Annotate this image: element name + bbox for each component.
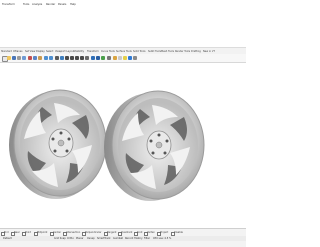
viewport-canvas[interactable]	[0, 63, 246, 228]
tab-new-in-v7[interactable]: New in V7	[203, 50, 215, 53]
import-icon[interactable]	[22, 55, 26, 60]
menu-item-render[interactable]: Render	[46, 3, 55, 6]
status-gumball[interactable]: Gumball	[113, 237, 123, 240]
osnap-end: End	[4, 231, 9, 234]
menu-item-panels[interactable]: Panels	[58, 3, 66, 6]
tab-curve-tools[interactable]: Curve Tools	[101, 50, 115, 53]
copy-icon[interactable]	[33, 55, 37, 60]
tab-subd-tools[interactable]: SubD Tools	[148, 50, 161, 53]
osnap-midpoint: Midpoint	[37, 231, 48, 234]
menu-bar: Transform Tools Analyze Render Panels He…	[0, 0, 246, 14]
status-smarttrack[interactable]: SmartTrack	[97, 237, 111, 240]
osnap-near: Near	[14, 231, 20, 234]
lights-icon[interactable]	[123, 55, 127, 60]
tab-display[interactable]: Display	[36, 50, 45, 53]
tab-viewport-layout[interactable]: Viewport Layout	[55, 50, 74, 53]
pan-icon[interactable]	[55, 55, 59, 60]
command-area[interactable]	[0, 13, 246, 47]
tab-solid-tools[interactable]: Solid Tools	[133, 50, 145, 53]
status-ortho[interactable]: Ortho	[67, 237, 74, 240]
layer-icon[interactable]	[113, 55, 117, 60]
tab-transform[interactable]: Transform	[87, 50, 99, 53]
status-planar[interactable]: Planar	[76, 237, 84, 240]
osnap-project: Project	[160, 231, 169, 234]
status-filter[interactable]: Filter	[144, 237, 150, 240]
osnap-knot: Knot	[137, 231, 143, 234]
redo-icon[interactable]	[49, 55, 53, 60]
osnap-intersection: Intersection	[66, 231, 81, 234]
undo-view-icon[interactable]	[85, 55, 89, 60]
osnap-point: Point	[25, 231, 31, 234]
wheel-model-left[interactable]	[9, 89, 107, 199]
tab-cplanes[interactable]: CPlanes	[13, 50, 22, 53]
osnap-vertex: Vertex	[147, 231, 155, 234]
status-bar: End Near Point Midpoint Center Intersect…	[0, 228, 246, 247]
rendered-icon[interactable]	[101, 55, 105, 60]
menu-item-help[interactable]: Help	[70, 3, 76, 6]
wheel-model-right[interactable]	[104, 90, 205, 201]
osnap-tangent: Tangent	[107, 231, 117, 234]
undo-icon[interactable]	[44, 55, 48, 60]
open-icon[interactable]	[7, 55, 11, 60]
osnap-perpendicular: Perpendicular	[85, 231, 102, 234]
toolbar	[0, 54, 246, 63]
rotate-view-icon[interactable]	[60, 55, 64, 60]
render-icon[interactable]	[128, 55, 132, 60]
tab-mesh-tools[interactable]: Mesh Tools	[161, 50, 174, 53]
save-icon[interactable]	[12, 55, 16, 60]
osnap-disable: Disable	[174, 231, 183, 234]
zoom-extents-icon[interactable]	[75, 55, 79, 60]
paste-icon[interactable]	[38, 55, 42, 60]
osnap-quadrant: Quadrant	[121, 231, 133, 234]
menu-item-transform[interactable]: Transform	[2, 3, 15, 6]
perspective-viewport[interactable]	[0, 63, 246, 228]
tab-surface-tools[interactable]: Surface Tools	[116, 50, 132, 53]
tab-render-tools[interactable]: Render Tools	[175, 50, 190, 53]
select-icon[interactable]	[107, 55, 111, 60]
zoom-window-icon[interactable]	[70, 55, 74, 60]
status-layer[interactable]: Default	[3, 237, 12, 240]
zoom-selected-icon[interactable]	[80, 55, 84, 60]
tab-standard[interactable]: Standard	[1, 50, 12, 53]
tab-select[interactable]: Select	[46, 50, 53, 53]
properties-icon[interactable]	[118, 55, 122, 60]
status-grid-snap[interactable]: Grid Snap	[54, 237, 66, 240]
shaded-icon[interactable]	[96, 55, 100, 60]
menu-item-tools[interactable]: Tools	[23, 3, 29, 6]
status-osnap[interactable]: Osnap	[87, 237, 95, 240]
print-icon[interactable]	[17, 55, 21, 60]
zoom-icon[interactable]	[65, 55, 69, 60]
status-record-history[interactable]: Record History	[125, 237, 143, 240]
tab-set-view[interactable]: Set View	[25, 50, 35, 53]
status-cpu-use: CPU use: 4.5 %	[153, 236, 172, 240]
tab-drafting[interactable]: Drafting	[191, 50, 201, 53]
osnap-center: Center	[53, 231, 62, 234]
menu-item-analyze[interactable]: Analyze	[32, 3, 42, 6]
four-view-icon[interactable]	[91, 55, 95, 60]
cut-icon[interactable]	[28, 55, 32, 60]
tab-visibility[interactable]: Visibility	[74, 50, 84, 53]
options-icon[interactable]	[133, 55, 137, 60]
